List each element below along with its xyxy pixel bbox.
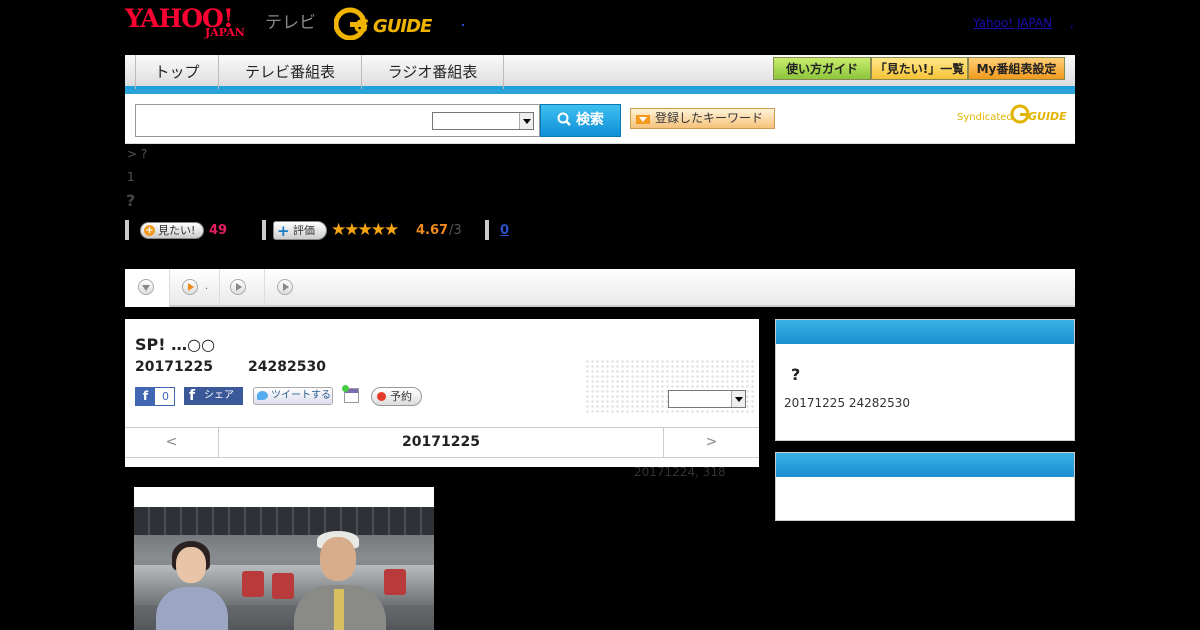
chevron-down-icon: [519, 113, 533, 129]
anchor-woman-figure: [156, 587, 228, 630]
play-icon: [277, 279, 293, 295]
usage-guide-button[interactable]: 使い方ガイド: [773, 57, 871, 80]
stat-divider: [485, 220, 489, 240]
review-count-link[interactable]: 0: [500, 223, 509, 238]
ceiling-lights: [134, 507, 434, 535]
reserve-label: 予約: [390, 390, 412, 403]
program-stats: + 見たい! 49 + 評価 ★★★★★ 4.67 /3 0: [125, 220, 725, 240]
facebook-icon: f: [136, 388, 155, 405]
next-date-button[interactable]: >: [663, 428, 759, 457]
content-tabs: .: [125, 269, 1075, 307]
tab-top[interactable]: トップ: [135, 55, 219, 89]
saved-keywords-label: 登録したキーワード: [655, 111, 764, 125]
sidebar-box-1-info: 20171225 24282530: [784, 396, 910, 410]
record-icon: [377, 392, 386, 401]
rating-stars: ★★★★★: [331, 220, 399, 240]
commentator-tie: [334, 589, 344, 630]
spacer-dot: [462, 24, 464, 26]
syndicated-gguide-logo: GUIDE: [1010, 102, 1068, 126]
mitai-count: 49: [209, 223, 228, 238]
sidebar-box-2-header: [776, 453, 1074, 477]
chair: [384, 569, 406, 595]
yahoo-japan-logo[interactable]: YAHOO! JAPAN: [125, 6, 245, 39]
program-thumbnail[interactable]: [134, 487, 434, 630]
rating-denominator: /3: [449, 223, 462, 238]
saved-keywords-button[interactable]: 登録したキーワード: [630, 108, 775, 129]
chevron-down-icon: [731, 391, 745, 407]
tab-tv-schedule[interactable]: テレビ番組表: [219, 55, 362, 89]
page-number: 1: [127, 170, 135, 184]
sidebar-box-1-header: [776, 320, 1074, 344]
gguide-small-icon: GUIDE: [1010, 104, 1067, 124]
sidebar-box-1: ? 20171225 24282530: [775, 319, 1075, 441]
yahoo-japan-link-suffix: ,: [1070, 16, 1074, 30]
previous-date-button[interactable]: <: [125, 428, 219, 457]
yahoo-japan-link[interactable]: Yahoo! JAPAN: [973, 16, 1052, 30]
my-schedule-settings-button[interactable]: My番組表設定: [968, 57, 1065, 80]
plus-icon: +: [277, 222, 290, 240]
chevron-down-icon: [138, 279, 154, 295]
content-tab-3[interactable]: [220, 269, 265, 307]
plus-icon: +: [144, 225, 155, 236]
search-area: 検索 登録したキーワード Syndicated GUIDE: [125, 94, 1075, 144]
twitter-bird-icon: [257, 391, 268, 400]
add-calendar-icon[interactable]: [342, 385, 359, 403]
play-icon: [182, 279, 198, 295]
commentator-face: [320, 537, 356, 581]
program-card: SP! …○○ 20171225 24282530 f 0 f シェア ツイート…: [125, 319, 759, 467]
anchor-woman-face: [176, 547, 206, 583]
syndicated-label: Syndicated: [957, 112, 1013, 123]
play-icon: [230, 279, 246, 295]
content-tab-2-label: .: [205, 281, 209, 292]
chair: [242, 571, 264, 597]
stat-divider: [262, 220, 266, 240]
page-title: ?: [126, 191, 136, 210]
sidebar-box-1-question: ?: [791, 365, 801, 384]
facebook-share-label: シェア: [204, 390, 234, 401]
facebook-share-button[interactable]: f シェア: [184, 387, 243, 405]
reserve-recording-button[interactable]: 予約: [371, 387, 422, 406]
program-date: 20171225: [135, 359, 213, 375]
yahoo-logo-subtext: JAPAN: [205, 26, 245, 39]
facebook-icon: f: [189, 388, 196, 404]
rate-label: 評価: [293, 224, 315, 237]
search-button[interactable]: 検索: [540, 104, 621, 137]
current-date: 20171225: [402, 434, 480, 450]
content-tab-1[interactable]: [125, 269, 170, 307]
program-action-select[interactable]: [668, 390, 746, 408]
tweet-button[interactable]: ツイートする: [253, 387, 333, 405]
gguide-logo-text: G GUIDE: [354, 16, 432, 37]
svg-text:GUIDE: GUIDE: [1028, 110, 1067, 123]
breadcrumb: > ?: [127, 147, 148, 161]
facebook-like-count: 0: [162, 390, 169, 403]
tweet-label: ツイートする: [271, 390, 331, 401]
global-nav: トップ テレビ番組表 ラジオ番組表 使い方ガイド 「見たい!」一覧 My番組表設…: [125, 55, 1075, 90]
newsroom-image: [134, 507, 434, 630]
mitai-label: 見たい!: [158, 224, 196, 237]
mitai-list-button[interactable]: 「見たい!」一覧: [871, 57, 968, 80]
dropdown-arrow-icon: [636, 115, 650, 124]
gguide-logo[interactable]: G GUIDE: [333, 6, 434, 41]
date-navigation: < 20171225 >: [125, 427, 759, 458]
program-title: SP! …○○: [135, 335, 216, 354]
rate-button[interactable]: + 評価: [273, 221, 327, 240]
updated-timestamp: 20171224, 318: [634, 465, 726, 479]
page: YAHOO! JAPAN テレビ G GUIDE Yahoo! JAPAN , …: [0, 0, 1200, 630]
mitai-button[interactable]: + 見たい!: [140, 222, 204, 239]
program-time: 24282530: [248, 359, 326, 375]
search-icon: [557, 112, 571, 126]
facebook-like-button[interactable]: f 0: [135, 387, 175, 406]
rating-value: 4.67: [416, 223, 449, 238]
chair: [272, 573, 294, 599]
search-category-select[interactable]: [432, 112, 534, 130]
tv-label: テレビ: [265, 13, 316, 33]
search-button-label: 検索: [575, 112, 604, 128]
tab-radio-schedule[interactable]: ラジオ番組表: [362, 55, 504, 89]
content-tab-4[interactable]: [265, 269, 305, 307]
sidebar-box-2: [775, 452, 1075, 521]
content-tab-2[interactable]: .: [170, 269, 220, 307]
stat-divider: [125, 220, 129, 240]
